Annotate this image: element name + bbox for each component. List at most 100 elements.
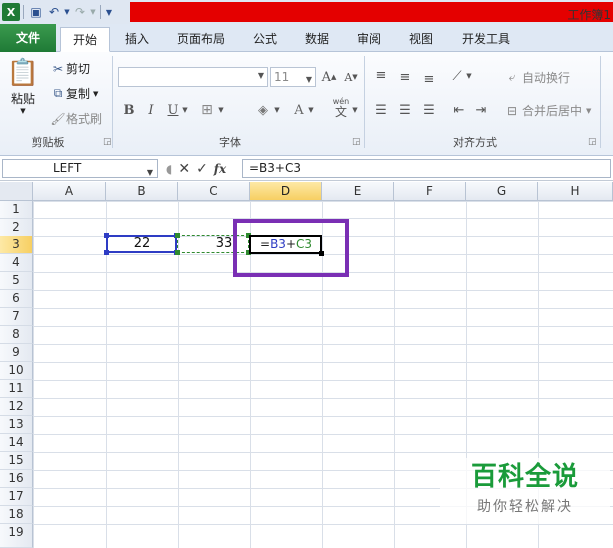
undo-icon[interactable]: ↶ bbox=[45, 3, 63, 21]
name-box[interactable]: LEFT ▼ bbox=[2, 159, 158, 178]
align-middle-icon[interactable]: ≡ bbox=[394, 67, 416, 87]
cut-button[interactable]: ✂ 剪切 bbox=[50, 60, 90, 77]
chevron-down-icon: ▼ bbox=[257, 71, 264, 80]
align-bottom-icon[interactable]: ≡ bbox=[418, 69, 440, 89]
row-header[interactable]: 18 bbox=[0, 506, 33, 524]
ribbon-group-divider bbox=[112, 56, 113, 148]
column-header-g[interactable]: G bbox=[466, 182, 538, 201]
row-header[interactable]: 2 bbox=[0, 219, 33, 237]
alignment-launcher-icon[interactable]: ◲ bbox=[588, 137, 597, 147]
gridline bbox=[33, 308, 613, 309]
column-header-e[interactable]: E bbox=[322, 182, 394, 201]
clipboard-launcher-icon[interactable]: ◲ bbox=[103, 137, 112, 147]
cell-b3[interactable]: 22 bbox=[106, 236, 178, 251]
watermark-title: 百科全说 bbox=[470, 462, 579, 492]
increase-indent-icon[interactable]: ⇥ bbox=[470, 100, 492, 120]
fill-color-icon[interactable]: ◈ bbox=[252, 100, 274, 120]
formula-input[interactable]: =B3+C3 bbox=[242, 159, 611, 178]
column-header-b[interactable]: B bbox=[106, 182, 178, 201]
grow-font-button[interactable]: A ▲ bbox=[318, 67, 340, 87]
tab-view[interactable]: 视图 bbox=[400, 27, 442, 52]
align-right-icon[interactable]: ☰ bbox=[418, 100, 440, 120]
copy-icon: ⧉ bbox=[53, 86, 63, 100]
row-header[interactable]: 12 bbox=[0, 398, 33, 416]
merge-center-button[interactable]: ⊟ 合并后居中 ▼ bbox=[502, 102, 591, 119]
row-header[interactable]: 10 bbox=[0, 362, 33, 380]
customize-qat-icon[interactable]: ▼ bbox=[104, 3, 114, 21]
column-header-c[interactable]: C bbox=[178, 182, 250, 201]
column-header-a[interactable]: A bbox=[33, 182, 106, 201]
border-icon[interactable]: ⊞ bbox=[196, 100, 218, 120]
paste-dropdown-icon: ▼ bbox=[20, 107, 26, 115]
italic-button[interactable]: I bbox=[140, 100, 162, 120]
phonetic-dropdown-icon[interactable]: ▼ bbox=[350, 100, 360, 120]
paste-button[interactable]: 📋 粘贴 ▼ bbox=[6, 56, 40, 128]
wrap-text-icon: ⤶ bbox=[508, 70, 516, 84]
row-header[interactable]: 17 bbox=[0, 488, 33, 506]
font-name-select[interactable]: ▼ bbox=[118, 67, 268, 87]
font-color-dropdown-icon[interactable]: ▼ bbox=[306, 100, 316, 120]
tab-insert[interactable]: 插入 bbox=[116, 27, 158, 52]
align-left-icon[interactable]: ☰ bbox=[370, 100, 392, 120]
copy-button[interactable]: ⧉ 复制 ▼ bbox=[50, 85, 99, 102]
row-header[interactable]: 19 bbox=[0, 524, 33, 548]
row-header[interactable]: 4 bbox=[0, 254, 33, 272]
watermark: 百科全说 助你轻松解决 bbox=[440, 458, 610, 524]
tab-page-layout[interactable]: 页面布局 bbox=[168, 27, 234, 52]
align-top-icon[interactable]: ≡ bbox=[370, 65, 392, 85]
tab-data[interactable]: 数据 bbox=[296, 27, 338, 52]
row-header[interactable]: 11 bbox=[0, 380, 33, 398]
scissors-icon: ✂ bbox=[52, 61, 64, 76]
column-header-h[interactable]: H bbox=[538, 182, 613, 201]
column-header-d[interactable]: D bbox=[250, 182, 322, 201]
redo-icon[interactable]: ↷ bbox=[71, 3, 89, 21]
grow-font-label: A bbox=[321, 69, 331, 85]
format-painter-button[interactable]: 🖌 格式刷 bbox=[50, 110, 102, 127]
shrink-font-button[interactable]: A ▼ bbox=[340, 67, 362, 87]
formula-buttons: ◖ ✕ ✓ fx bbox=[162, 159, 236, 178]
gridline bbox=[33, 452, 613, 453]
border-dropdown-icon[interactable]: ▼ bbox=[216, 100, 226, 120]
watermark-subtitle: 助你轻松解决 bbox=[477, 499, 573, 515]
orientation-dropdown-icon[interactable]: ▼ bbox=[464, 66, 474, 86]
tab-review[interactable]: 审阅 bbox=[348, 27, 390, 52]
row-header[interactable]: 15 bbox=[0, 452, 33, 470]
alignment-group-label: 对齐方式 bbox=[453, 136, 497, 149]
tab-formulas[interactable]: 公式 bbox=[244, 27, 286, 52]
row-header[interactable]: 16 bbox=[0, 470, 33, 488]
tab-home[interactable]: 开始 bbox=[60, 27, 110, 52]
undo-dropdown-icon[interactable]: ▼ bbox=[63, 3, 71, 21]
phonetic-guide-button[interactable]: wén 文 bbox=[330, 98, 352, 119]
column-header-f[interactable]: F bbox=[394, 182, 466, 201]
ribbon: 📋 粘贴 ▼ ✂ 剪切 ⧉ 复制 ▼ 🖌 格式刷 剪贴板 ◲ ▼ 11 ▼ A ▲… bbox=[0, 52, 613, 156]
bold-button[interactable]: B bbox=[118, 100, 140, 120]
align-center-icon[interactable]: ☰ bbox=[394, 100, 416, 120]
row-header[interactable]: 6 bbox=[0, 290, 33, 308]
underline-dropdown-icon[interactable]: ▼ bbox=[180, 100, 190, 120]
insert-function-icon[interactable]: fx bbox=[214, 162, 226, 176]
select-all-corner[interactable] bbox=[0, 182, 33, 201]
tab-file[interactable]: 文件 bbox=[0, 24, 56, 52]
fill-color-dropdown-icon[interactable]: ▼ bbox=[272, 100, 282, 120]
redo-dropdown-icon[interactable]: ▼ bbox=[89, 3, 97, 21]
resize-handle-icon[interactable]: ◖ bbox=[166, 162, 172, 176]
row-header[interactable]: 3 bbox=[0, 236, 33, 254]
row-header[interactable]: 5 bbox=[0, 272, 33, 290]
row-header[interactable]: 9 bbox=[0, 344, 33, 362]
row-header[interactable]: 14 bbox=[0, 434, 33, 452]
enter-icon[interactable]: ✓ bbox=[196, 161, 208, 177]
save-icon[interactable]: ▣ bbox=[27, 3, 45, 21]
row-header[interactable]: 7 bbox=[0, 308, 33, 326]
font-launcher-icon[interactable]: ◲ bbox=[352, 137, 361, 147]
decrease-indent-icon[interactable]: ⇤ bbox=[448, 100, 470, 120]
font-size-select[interactable]: 11 ▼ bbox=[270, 67, 316, 87]
ribbon-group-divider bbox=[600, 56, 601, 148]
cancel-icon[interactable]: ✕ bbox=[178, 161, 190, 177]
row-header[interactable]: 8 bbox=[0, 326, 33, 344]
row-header[interactable]: 1 bbox=[0, 201, 33, 219]
wrap-text-button[interactable]: ⤶ 自动换行 bbox=[502, 69, 570, 86]
row-header[interactable]: 13 bbox=[0, 416, 33, 434]
excel-icon[interactable]: X bbox=[2, 3, 20, 21]
title-highlight: 工作簿1 bbox=[130, 2, 613, 22]
tab-developer[interactable]: 开发工具 bbox=[452, 27, 520, 52]
